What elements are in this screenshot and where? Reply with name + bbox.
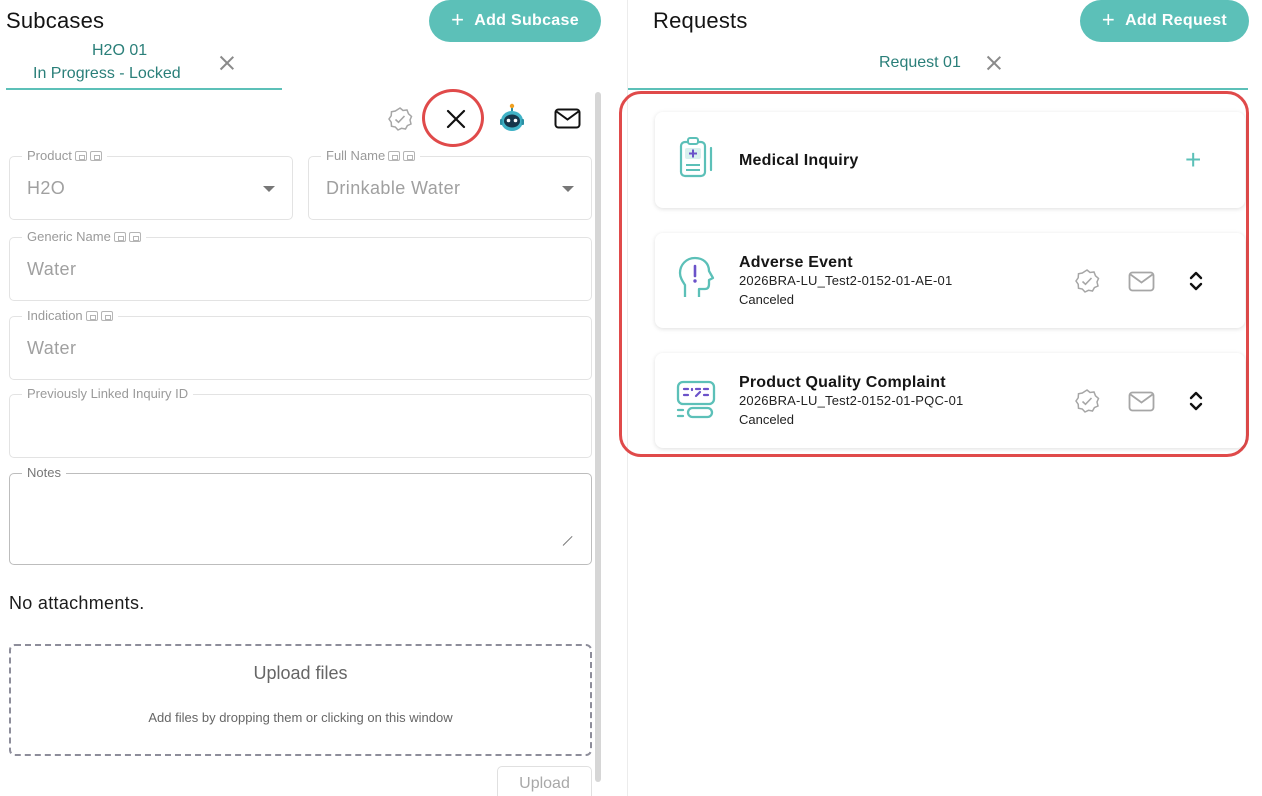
copy-icon — [128, 231, 141, 242]
highlight-ring — [422, 89, 484, 147]
resize-handle-icon[interactable] — [563, 536, 573, 546]
upload-button[interactable]: Upload — [497, 766, 592, 796]
product-field[interactable]: Product H2O — [9, 148, 293, 220]
verified-badge-icon[interactable] — [1074, 388, 1100, 414]
scrollbar[interactable] — [595, 92, 601, 782]
product-label: Product — [27, 148, 72, 163]
indication-label: Indication — [27, 308, 83, 323]
add-subcase-label: Add Subcase — [474, 12, 579, 29]
medicine-pack-icon — [676, 380, 716, 419]
request-tab-01[interactable]: Request 01 — [628, 44, 1248, 90]
expand-collapse-icon[interactable] — [1189, 270, 1203, 292]
mail-icon[interactable] — [1128, 271, 1155, 292]
close-request-tab-icon[interactable] — [985, 54, 1003, 72]
product-value: H2O — [27, 178, 66, 198]
full-name-field[interactable]: Full Name Drinkable Water — [308, 148, 592, 220]
request-card-medical-inquiry[interactable]: Medical Inquiry + — [655, 112, 1245, 208]
upload-dropzone[interactable]: Upload files Add files by dropping them … — [9, 644, 592, 756]
generic-name-field[interactable]: Generic Name Water — [9, 229, 592, 301]
request-card-code: 2026BRA-LU_Test2-0152-01-AE-01 — [739, 273, 953, 288]
prev-linked-inquiry-label: Previously Linked Inquiry ID — [22, 386, 194, 401]
no-attachments-text: No attachments. — [9, 593, 145, 613]
request-card-title: Medical Inquiry — [739, 152, 859, 169]
request-card-title: Adverse Event — [739, 254, 853, 271]
copy-icon — [388, 150, 401, 161]
head-exclamation-icon — [678, 256, 715, 297]
copy-icon — [113, 231, 126, 242]
verified-badge-icon[interactable] — [1074, 268, 1100, 294]
prev-linked-inquiry-field[interactable]: Previously Linked Inquiry ID — [9, 386, 592, 458]
request-card-adverse-event[interactable]: Adverse Event 2026BRA-LU_Test2-0152-01-A… — [655, 233, 1245, 328]
subcase-tab-name: H2O 01 — [92, 42, 148, 59]
copy-icon — [403, 150, 416, 161]
verified-badge-icon[interactable] — [387, 106, 413, 132]
indication-field[interactable]: Indication Water — [9, 308, 592, 380]
mail-icon[interactable] — [1128, 391, 1155, 412]
upload-zone-title: Upload files — [253, 663, 348, 683]
notes-label: Notes — [22, 465, 66, 480]
subcases-title: Subcases — [6, 8, 105, 33]
clipboard-plus-icon — [679, 137, 713, 178]
request-card-status: Canceled — [739, 292, 794, 307]
subcase-tab-h2o-01[interactable]: H2O 01 In Progress - Locked — [6, 40, 282, 90]
plus-icon: + — [1101, 7, 1116, 32]
plus-icon: + — [451, 7, 465, 32]
full-name-label: Full Name — [326, 148, 386, 163]
request-tab-label: Request 01 — [879, 54, 961, 71]
notes-field[interactable]: Notes — [9, 465, 592, 565]
add-icon[interactable]: + — [1185, 146, 1201, 174]
request-card-title: Product Quality Complaint — [739, 374, 946, 391]
request-card-product-quality-complaint[interactable]: Product Quality Complaint 2026BRA-LU_Tes… — [655, 353, 1245, 448]
copy-icon — [89, 150, 102, 161]
indication-value: Water — [27, 338, 77, 358]
copy-icon — [100, 310, 113, 321]
close-subcase-tab-icon[interactable] — [218, 54, 236, 72]
chevron-down-icon[interactable] — [263, 186, 275, 192]
expand-collapse-icon[interactable] — [1189, 390, 1203, 412]
request-card-code: 2026BRA-LU_Test2-0152-01-PQC-01 — [739, 393, 964, 408]
full-name-value: Drinkable Water — [326, 178, 461, 198]
add-request-button[interactable]: + Add Request — [1080, 0, 1249, 42]
requests-title: Requests — [653, 8, 748, 33]
add-subcase-button[interactable]: + Add Subcase — [429, 0, 601, 42]
request-card-status: Canceled — [739, 412, 794, 427]
subcase-tab-status: In Progress - Locked — [33, 65, 181, 82]
generic-name-value: Water — [27, 259, 77, 279]
add-request-label: Add Request — [1125, 12, 1228, 29]
chevron-down-icon[interactable] — [562, 186, 574, 192]
robot-assistant-icon[interactable] — [497, 103, 527, 135]
mail-icon[interactable] — [554, 108, 581, 129]
copy-icon — [74, 150, 87, 161]
generic-name-label: Generic Name — [27, 229, 111, 244]
copy-icon — [85, 310, 98, 321]
upload-zone-hint: Add files by dropping them or clicking o… — [148, 710, 453, 725]
subcases-panel: Subcases + Add Subcase H2O 01 In Progres… — [0, 0, 604, 796]
